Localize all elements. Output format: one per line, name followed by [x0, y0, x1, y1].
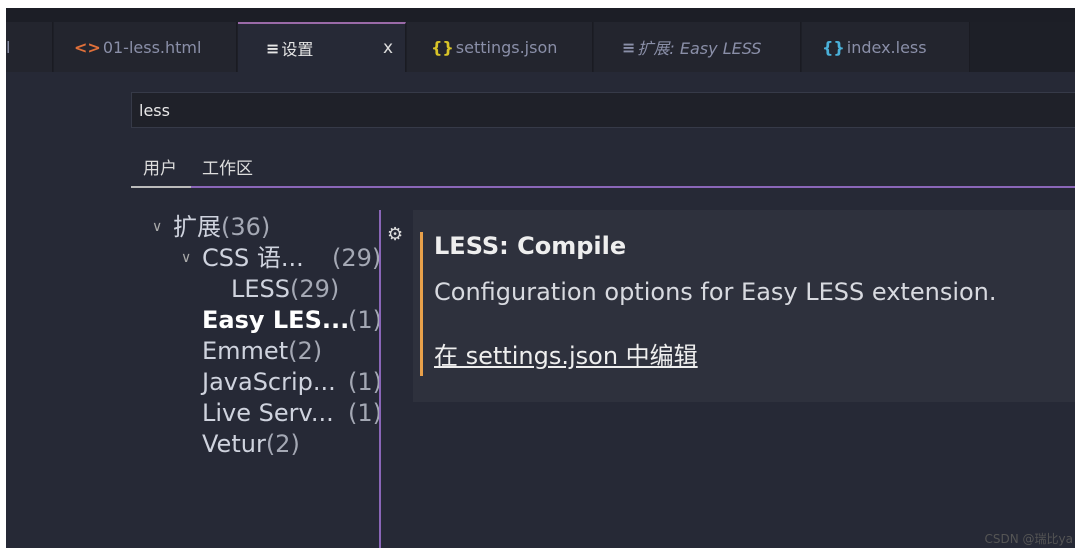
toc-item[interactable]: LESS(29): [146, 274, 349, 305]
settings-toc: ∨ 扩展(36) ∨ CSS 语... (29) LESS(29) Easy LES…: [146, 212, 382, 460]
watermark: CSDN @瑞比ya: [984, 532, 1073, 546]
toc-label: Easy LES...: [202, 306, 350, 334]
gear-icon[interactable]: ⚙: [387, 224, 403, 245]
setting-description: Configuration options for Easy LESS exte…: [434, 278, 997, 306]
tab-label: l: [6, 37, 11, 57]
tab-extension-easy-less[interactable]: ≡ 扩展: Easy LESS: [594, 22, 801, 72]
chevron-down-icon: ∨: [181, 250, 192, 266]
toc-count: (1): [348, 306, 382, 334]
title-bar: [6, 8, 1075, 22]
settings-file-icon: ≡: [266, 38, 280, 58]
toc-count: (29): [290, 275, 340, 303]
tab-label: 设置: [281, 40, 314, 59]
vscode-window: l <> 01-less.html ≡ 设置 x {} settings.json ≡ 扩…: [6, 8, 1075, 548]
toc-count: (1): [348, 368, 382, 396]
toc-count: (2): [265, 430, 300, 458]
toc-count: (29): [332, 244, 382, 272]
tab-label: 01-less.html: [102, 37, 202, 57]
tab-label: 扩展: Easy LESS: [637, 39, 762, 58]
toc-label: CSS 语...: [202, 244, 304, 272]
settings-search-input[interactable]: less: [131, 92, 1075, 128]
tab-label: index.less: [846, 37, 927, 57]
tab-workspace[interactable]: 工作区: [202, 154, 253, 179]
tab-settings-json[interactable]: {} settings.json: [407, 22, 593, 72]
toc-item[interactable]: ∨ 扩展(36): [146, 212, 349, 243]
sash-divider[interactable]: [379, 210, 381, 548]
tab-user[interactable]: 用户: [143, 154, 177, 179]
less-file-icon: {}: [822, 37, 845, 57]
toc-item[interactable]: Live Serv... (1): [146, 398, 382, 429]
toc-item[interactable]: ∨ CSS 语... (29): [146, 243, 381, 274]
toc-count: (2): [288, 337, 323, 365]
tab-label: settings.json: [455, 37, 558, 57]
toc-item[interactable]: Easy LES... (1): [146, 305, 382, 336]
toc-count: (1): [348, 399, 382, 427]
tab-01-less-html[interactable]: <> 01-less.html: [54, 22, 237, 72]
close-icon[interactable]: x: [383, 38, 393, 58]
tab-index-less[interactable]: {} index.less: [802, 22, 970, 72]
tab-bar: l <> 01-less.html ≡ 设置 x {} settings.json ≡ 扩…: [6, 22, 1075, 72]
toc-count: (36): [221, 213, 271, 241]
toc-label: 扩展: [173, 213, 221, 241]
setting-title: LESS: Compile: [434, 232, 627, 260]
toc-label: Emmet: [202, 337, 289, 365]
scope-selected-indicator: [131, 186, 191, 188]
toc-label: Vetur: [202, 430, 266, 458]
toc-item[interactable]: JavaScrip... (1): [146, 367, 382, 398]
chevron-down-icon: ∨: [152, 219, 163, 235]
html-file-icon: <>: [74, 37, 101, 57]
toc-label: Live Serv...: [202, 399, 334, 427]
scope-divider: [131, 186, 1075, 188]
toc-label: JavaScrip...: [202, 368, 336, 396]
toc-label: LESS: [231, 275, 291, 303]
tab-settings[interactable]: ≡ 设置 x: [238, 22, 406, 72]
tab-partial[interactable]: l: [6, 22, 53, 72]
edit-in-settings-json-link[interactable]: 在 settings.json 中编辑: [434, 336, 698, 371]
json-file-icon: {}: [431, 37, 454, 57]
toc-item[interactable]: Vetur(2): [146, 429, 349, 460]
extension-icon: ≡: [622, 37, 636, 57]
modified-indicator: [420, 232, 423, 376]
toc-item[interactable]: Emmet(2): [146, 336, 349, 367]
